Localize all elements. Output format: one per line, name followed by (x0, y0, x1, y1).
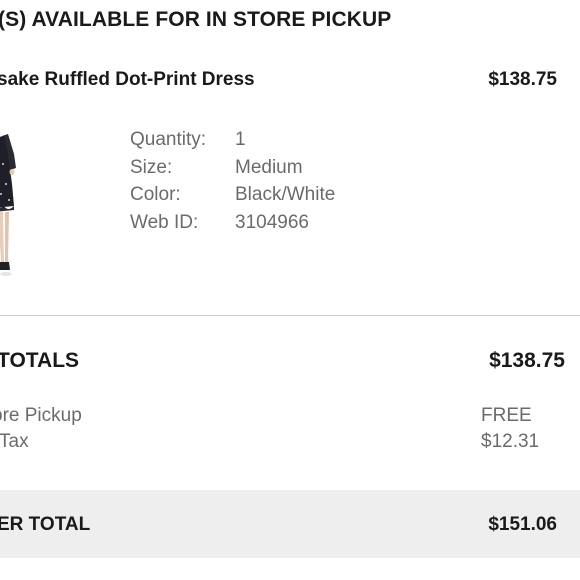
section-divider (0, 315, 580, 316)
detail-label: Color: (130, 184, 181, 206)
order-total-label: ER TOTAL (0, 514, 91, 535)
dress-figure-icon (0, 134, 16, 276)
detail-value: 3104966 (235, 212, 309, 234)
order-total-value: $151.06 (488, 514, 557, 535)
item-name[interactable]: sake Ruffled Dot-Print Dress (0, 69, 255, 91)
pickup-fee-label: ore Pickup (0, 405, 82, 426)
detail-label: Size: (130, 156, 173, 178)
detail-value: 1 (235, 129, 246, 150)
pickup-fee-value: FREE (481, 405, 532, 426)
item-details: Quantity: 1 Size: Medium Color: Black/Wh… (130, 127, 335, 238)
tax-value: $12.31 (481, 431, 540, 452)
bottom-strip (0, 558, 580, 580)
item-price: $138.75 (488, 69, 557, 90)
detail-row-color: Color: Black/White (130, 182, 335, 210)
detail-row-web-id: Web ID: 3104966 (130, 210, 335, 238)
detail-row-quantity: Quantity: 1 (130, 127, 335, 155)
detail-label: Quantity: (130, 129, 207, 150)
detail-value: Black/White (235, 184, 336, 206)
detail-row-size: Size: Medium (130, 155, 335, 183)
pickup-section-header: (S) AVAILABLE FOR IN STORE PICKUP (0, 8, 392, 31)
order-summary-page: (S) AVAILABLE FOR IN STORE PICKUP sake R… (0, 0, 580, 580)
detail-value: Medium (235, 156, 303, 178)
tax-label: Tax (0, 431, 29, 452)
dress-product-image[interactable] (0, 124, 24, 282)
detail-label: Web ID: (130, 212, 199, 234)
totals-amount: $138.75 (489, 349, 565, 372)
totals-title: TOTALS (0, 349, 80, 372)
